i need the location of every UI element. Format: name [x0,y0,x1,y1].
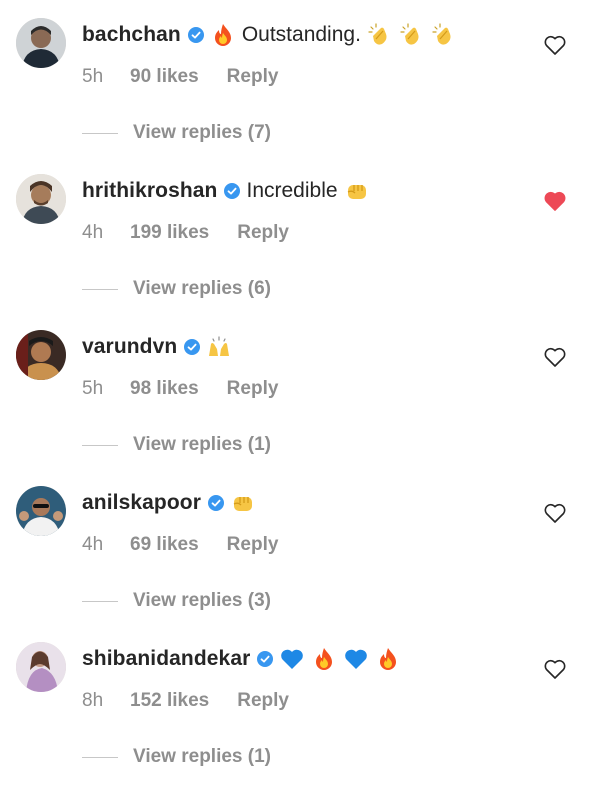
view-replies-label: View replies (1) [133,746,271,767]
clapping-hands-emoji [431,22,457,48]
avatar-image [16,486,66,536]
replies-divider [82,132,118,134]
comment-meta: 5h 90 likes Reply [82,66,278,88]
clapping-hands-emoji [367,22,393,48]
verified-badge-icon [257,651,274,667]
liked-heart-icon[interactable] [543,190,567,212]
avatar-image [16,174,66,224]
reply-button[interactable]: Reply [227,66,279,88]
replies-divider [82,444,118,446]
view-replies-label: View replies (6) [133,278,271,299]
replies-divider [82,756,118,758]
view-replies-button[interactable]: View replies (6) [82,278,271,300]
avatar[interactable] [16,18,66,68]
emoji-group [230,490,262,516]
comment-content: varundvn [82,330,238,364]
emoji-group [206,334,238,360]
username[interactable]: hrithikroshan [82,179,217,203]
replies-divider [82,600,118,602]
comment-content: hrithikroshan Incredible [82,174,376,208]
verified-badge-icon [207,495,224,511]
likes-count[interactable]: 152 likes [130,690,209,712]
avatar[interactable] [16,174,66,224]
view-replies-label: View replies (7) [133,122,271,143]
comment-meta: 8h 152 likes Reply [82,690,289,712]
fire-emoji [311,646,337,672]
avatar-image [16,330,66,380]
avatar-image [16,18,66,68]
replies-divider [82,288,118,290]
comment-item: hrithikroshan Incredible 4h 199 likes Re… [0,174,600,330]
like-heart-icon[interactable] [543,34,567,56]
comment-text: Outstanding. [241,23,361,46]
comment-item: shibanidandekar 8h 152 likes Reply View … [0,642,600,798]
username[interactable]: anilskapoor [82,491,201,515]
likes-count[interactable]: 98 likes [130,378,199,400]
oncoming-fist-emoji [344,178,370,204]
fire-emoji [210,22,236,48]
username[interactable]: bachchan [82,23,181,47]
avatar[interactable] [16,330,66,380]
blue-heart-emoji [343,646,369,672]
blue-heart-emoji [279,646,305,672]
view-replies-label: View replies (1) [133,434,271,455]
verified-badge-icon [184,339,201,355]
avatar-image [16,642,66,692]
emoji-group [367,22,463,48]
comment-item: bachchan Outstanding. 5h 90 likes Reply … [0,18,600,174]
comment-list: bachchan Outstanding. 5h 90 likes Reply … [0,0,600,791]
comment-timestamp: 5h [82,378,104,399]
likes-count[interactable]: 199 likes [130,222,209,244]
comment-item: varundvn 5h 98 likes Reply View replies … [0,330,600,486]
view-replies-button[interactable]: View replies (1) [82,434,271,456]
reply-button[interactable]: Reply [237,222,289,244]
like-heart-icon[interactable] [543,502,567,524]
verified-badge-icon [224,183,241,199]
comment-meta: 5h 98 likes Reply [82,378,278,400]
emoji-group [344,178,376,204]
reply-button[interactable]: Reply [227,378,279,400]
view-replies-label: View replies (3) [133,590,271,611]
avatar[interactable] [16,486,66,536]
comment-text: Incredible [246,179,338,202]
username[interactable]: varundvn [82,335,177,359]
reply-button[interactable]: Reply [237,690,289,712]
likes-count[interactable]: 90 likes [130,66,199,88]
fire-emoji [375,646,401,672]
comment-meta: 4h 199 likes Reply [82,222,289,244]
clapping-hands-emoji [399,22,425,48]
comment-item: anilskapoor 4h 69 likes Reply View repli… [0,486,600,642]
username[interactable]: shibanidandekar [82,647,250,671]
oncoming-fist-emoji [230,490,256,516]
comment-timestamp: 4h [82,222,104,243]
emoji-group [279,646,407,672]
like-heart-icon[interactable] [543,658,567,680]
comment-timestamp: 5h [82,66,104,87]
verified-badge-icon [187,27,204,43]
comment-content: anilskapoor [82,486,262,520]
raising-hands-emoji [206,334,232,360]
avatar[interactable] [16,642,66,692]
comment-content: bachchan Outstanding. [82,18,463,52]
likes-count[interactable]: 69 likes [130,534,199,556]
comment-meta: 4h 69 likes Reply [82,534,278,556]
reply-button[interactable]: Reply [227,534,279,556]
view-replies-button[interactable]: View replies (1) [82,746,271,768]
like-heart-icon[interactable] [543,346,567,368]
comment-timestamp: 4h [82,534,104,555]
view-replies-button[interactable]: View replies (7) [82,122,271,144]
view-replies-button[interactable]: View replies (3) [82,590,271,612]
comment-timestamp: 8h [82,690,104,711]
comment-content: shibanidandekar [82,642,407,676]
